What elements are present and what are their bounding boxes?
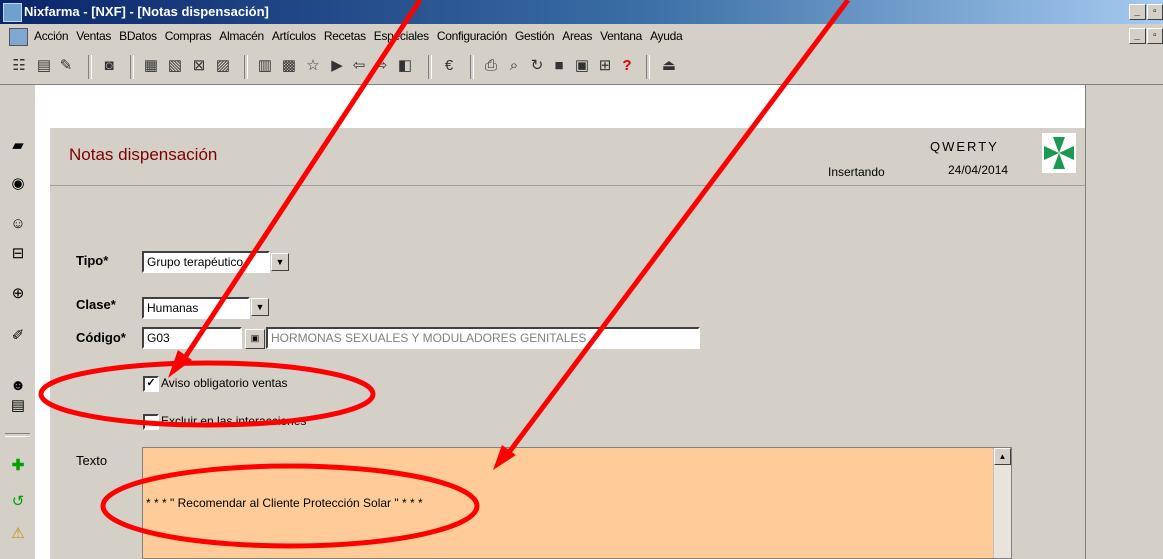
right-margin (1085, 85, 1163, 559)
add-icon[interactable]: ✚ (9, 457, 27, 475)
main-toolbar: ☷ ▤ ✎ ◙ ▦ ▧ ⊠ ▨ ▥ ▩ ☆ ▶ ⇦ ⇨ ◧ € ⎙ ⌕ ↻ ■ … (0, 48, 1163, 85)
form-header: Notas dispensación Insertando QWERTY 24/… (50, 128, 1085, 186)
menu-item-10[interactable]: Areas (562, 29, 592, 43)
mdi-restore-button[interactable]: ▫ (1146, 28, 1163, 44)
disk-icon[interactable]: ◙ (100, 57, 118, 75)
meds-icon[interactable]: ⊕ (9, 285, 27, 303)
refresh-icon[interactable]: ↻ (528, 57, 546, 75)
aviso-label: Aviso obligatorio ventas (161, 376, 288, 390)
mdi-minimize-button[interactable]: _ (1129, 28, 1146, 44)
menu-bar: Acción Ventas BDatos Compras Almacén Artículo… (0, 24, 1163, 48)
mdi-window-controls: _ ▫ (1129, 28, 1163, 44)
codigo-label: Código* (76, 330, 126, 345)
cart-side-icon[interactable]: ⊟ (9, 245, 27, 263)
menu-item-7[interactable]: Especiales (374, 29, 429, 43)
mdi-window-icon[interactable] (9, 28, 28, 46)
lookup-icon[interactable]: ▣ (245, 329, 265, 349)
codigo-input[interactable]: G03 (142, 327, 242, 349)
menu-item-6[interactable]: Recetas (324, 29, 366, 43)
minimize-button[interactable]: _ (1129, 4, 1146, 20)
tipo-label: Tipo* (76, 253, 109, 268)
menu-item-12[interactable]: Ayuda (650, 29, 683, 43)
upload-icon[interactable]: ⏏ (660, 57, 678, 75)
users-icon[interactable]: ☻ (9, 377, 27, 395)
left-toolbar: ▰ ◉ ☺ ⊟ ⊕ ✐ ☻ ▤ ✚ ↺ ⚠ (0, 85, 35, 559)
person-icon[interactable]: ☺ (9, 215, 27, 233)
warning-icon[interactable]: ⚠ (9, 525, 27, 543)
arrow-left-icon[interactable]: ⇦ (350, 57, 368, 75)
table-icon[interactable]: ▥ (256, 57, 274, 75)
tipo-dropdown-chevron-down-icon[interactable]: ▼ (271, 253, 289, 271)
excluir-label: Excluir en las interacciones (161, 414, 307, 428)
report-edit-icon[interactable]: ▧ (166, 57, 184, 75)
printer-side-icon[interactable]: ▤ (9, 397, 27, 415)
search-icon[interactable]: ⌕ (505, 57, 523, 75)
page-title: Notas dispensación (69, 145, 218, 164)
clase-label: Clase* (76, 297, 116, 312)
tipo-select[interactable]: Grupo terapéutico (142, 251, 270, 273)
title-bar: Nixfarma - [NXF] - [Notas dispensación] … (0, 0, 1163, 24)
circle-icon[interactable]: ◉ (9, 175, 27, 193)
company-name: QWERTY (930, 139, 999, 154)
print-icon[interactable]: ⎙ (482, 57, 500, 75)
texto-label: Texto (76, 453, 108, 468)
menu-item-2[interactable]: BDatos (119, 29, 157, 43)
clase-dropdown-chevron-down-icon[interactable]: ▼ (251, 298, 269, 316)
texto-scrollbar[interactable]: ▲ (993, 448, 1011, 558)
euro-icon[interactable]: € (440, 57, 458, 75)
menu-item-3[interactable]: Compras (165, 29, 212, 43)
enter-icon[interactable]: ▶ (328, 57, 346, 75)
help-icon[interactable]: ? (618, 57, 636, 75)
report-export-icon[interactable]: ▨ (214, 57, 232, 75)
texto-textarea[interactable]: * * * " Recomendar al Cliente Protección… (142, 447, 1012, 559)
menu-list: Acción Ventas BDatos Compras Almacén Artículo… (34, 29, 683, 43)
report-close-icon[interactable]: ⊠ (190, 57, 208, 75)
cart-icon[interactable]: ⊞ (596, 57, 614, 75)
menu-item-5[interactable]: Artículos (272, 29, 316, 43)
folder-icon[interactable]: ▰ (9, 137, 27, 155)
excluir-checkbox[interactable] (143, 414, 159, 430)
menu-item-9[interactable]: Gestión (515, 29, 555, 43)
menu-item-8[interactable]: Configuración (437, 29, 507, 43)
window-controls: _ ▫ (1129, 4, 1163, 20)
current-date: 24/04/2014 (948, 163, 1009, 177)
scroll-up-icon[interactable]: ▲ (994, 448, 1011, 465)
sync-icon[interactable]: ↺ (9, 493, 27, 511)
arrow-right-icon[interactable]: ⇨ (372, 57, 390, 75)
app-icon (3, 3, 22, 22)
star-icon[interactable]: ☆ (304, 57, 322, 75)
block-icon[interactable]: ■ (550, 57, 568, 75)
menu-item-1[interactable]: Ventas (76, 29, 111, 43)
restore-button[interactable]: ▫ (1146, 4, 1163, 20)
menu-item-0[interactable]: Acción (34, 29, 69, 43)
grid-icon[interactable]: ▩ (280, 57, 298, 75)
menu-item-4[interactable]: Almacén (219, 29, 264, 43)
mode-status: Insertando (828, 165, 885, 179)
window-title: Nixfarma - [NXF] - [Notas dispensación] (24, 4, 269, 19)
pencil-icon[interactable]: ✐ (9, 327, 27, 345)
edit-icon[interactable]: ✎ (57, 57, 75, 75)
pharmacy-cross-logo (1042, 133, 1076, 173)
form-icon[interactable]: ▤ (35, 57, 53, 75)
aviso-checkbox[interactable]: ✓ (143, 376, 159, 392)
list-icon[interactable]: ☷ (10, 57, 28, 75)
calc-icon[interactable]: ▣ (573, 57, 591, 75)
texto-content: * * * " Recomendar al Cliente Protección… (146, 496, 423, 510)
codigo-description: HORMONAS SEXUALES Y MODULADORES GENITALE… (266, 327, 700, 349)
clase-select[interactable]: Humanas (142, 297, 250, 319)
exit-icon[interactable]: ◧ (396, 57, 414, 75)
report-icon[interactable]: ▦ (142, 57, 160, 75)
menu-item-11[interactable]: Ventana (600, 29, 642, 43)
